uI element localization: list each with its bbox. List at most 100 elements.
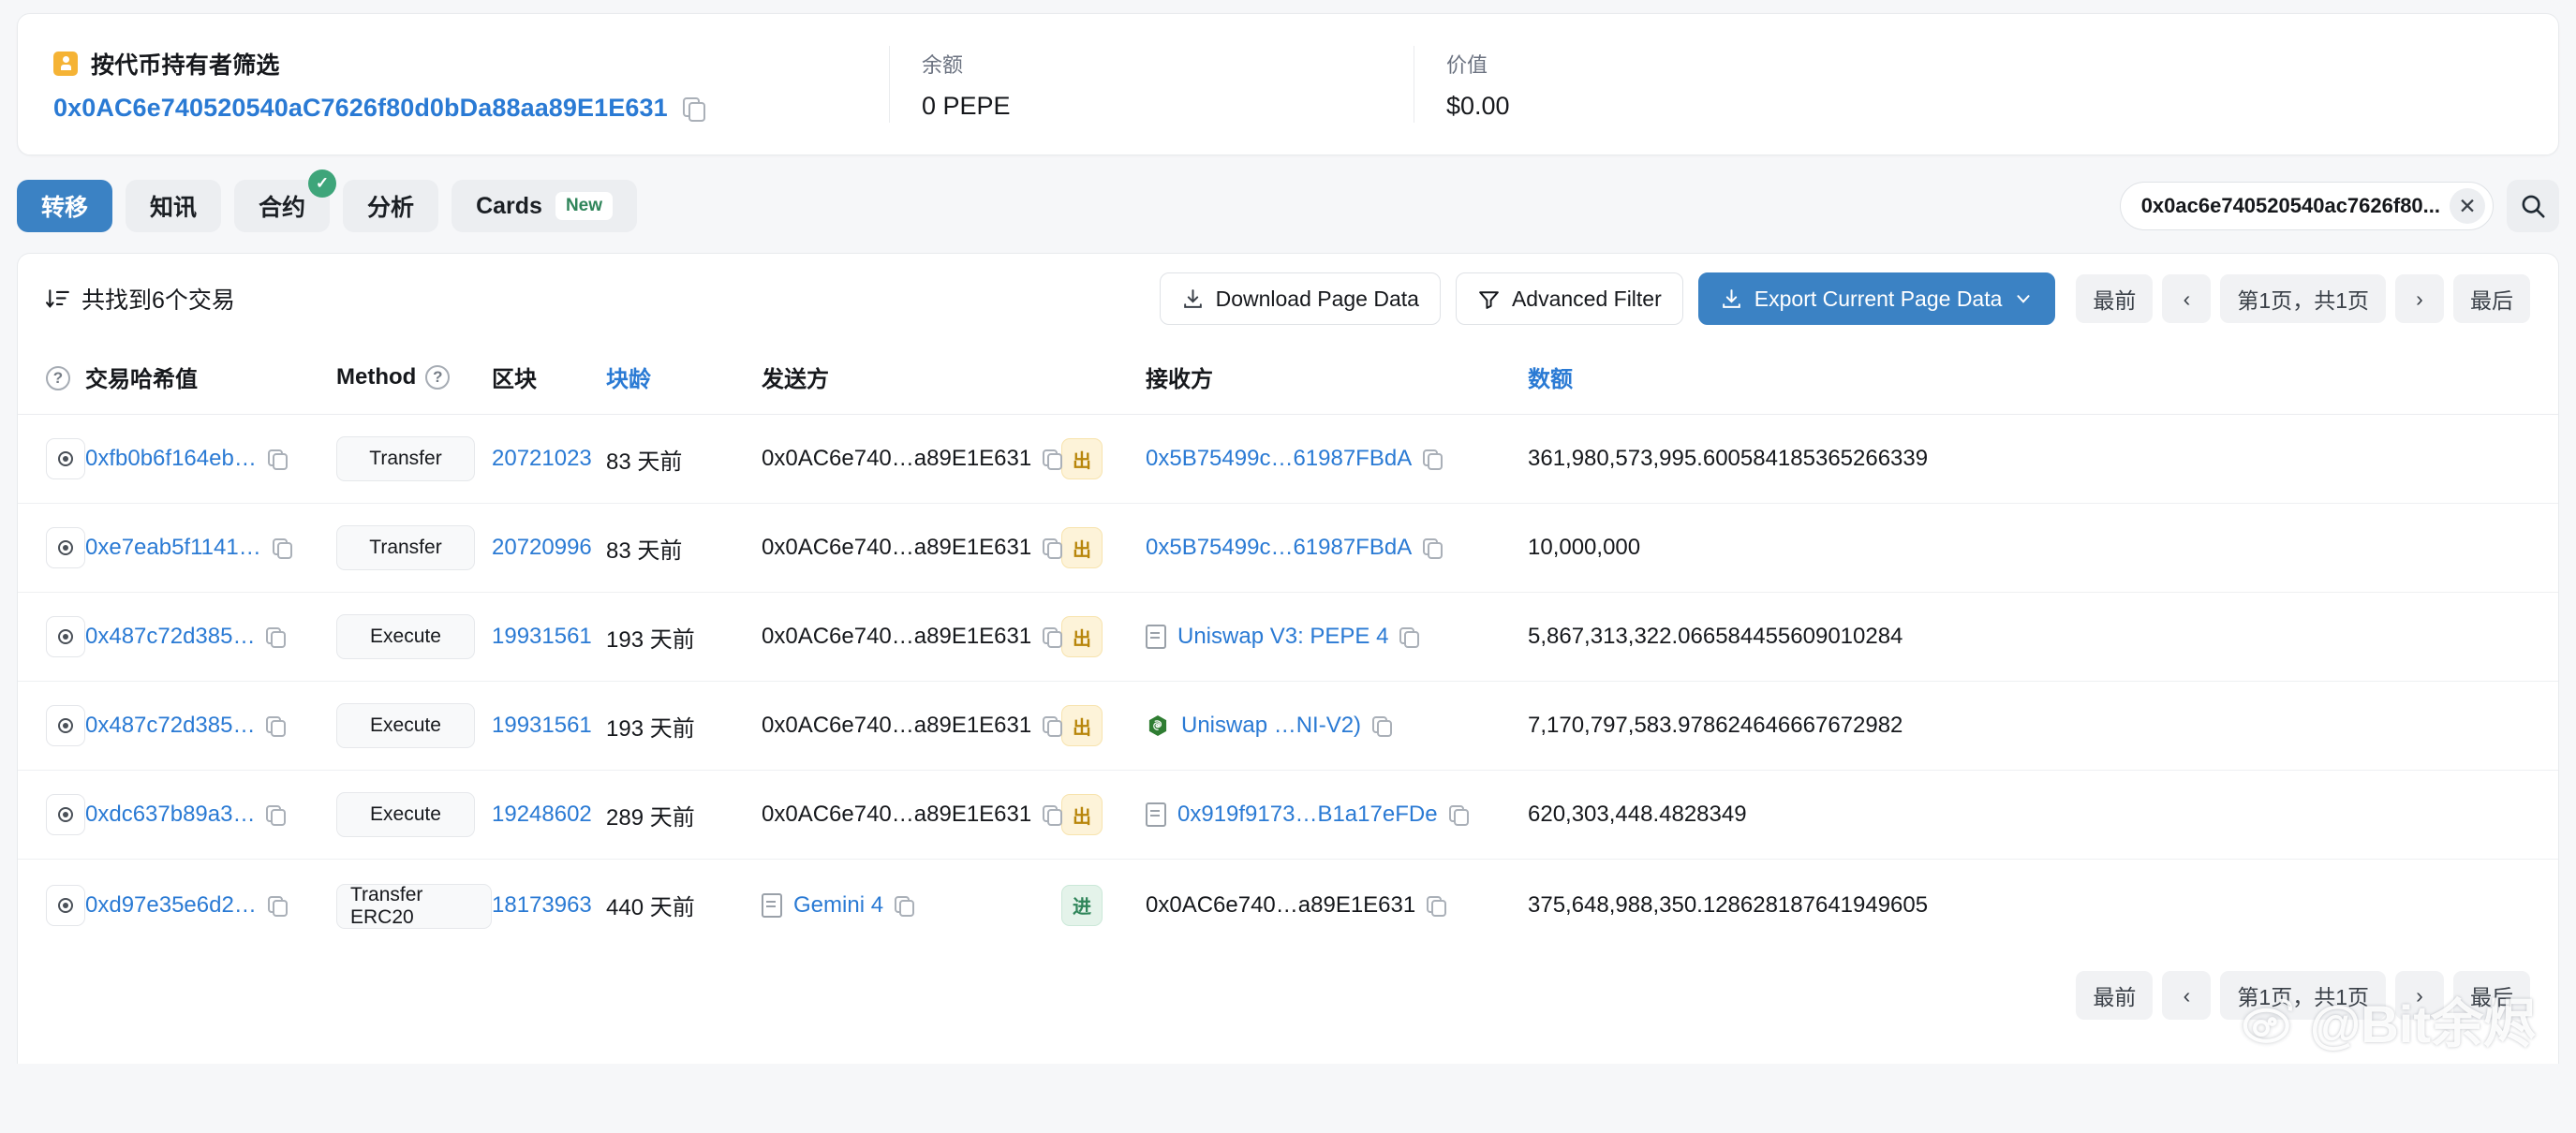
tab-contract-label: 合约 <box>259 195 306 221</box>
copy-to-address-icon[interactable] <box>1427 895 1447 917</box>
from-address[interactable]: 0x0AC6e740…a89E1E631 <box>762 535 1031 561</box>
tx-hash-link[interactable]: 0x487c72d385… <box>85 624 255 650</box>
holder-filter-block: 按代币持有者筛选 0x0AC6e740520540aC7626f80d0bDa8… <box>18 14 889 154</box>
view-row-icon[interactable] <box>46 527 85 568</box>
tab-contract[interactable]: 合约 ✓ <box>234 169 337 232</box>
col-method: Method ? <box>336 344 492 415</box>
block-number-link[interactable]: 19248602 <box>492 802 592 827</box>
search-button[interactable] <box>2507 180 2559 232</box>
cell-direction: 出 <box>1061 414 1146 504</box>
from-address[interactable]: Gemini 4 <box>793 892 883 919</box>
token-holder-header-card: 按代币持有者筛选 0x0AC6e740520540aC7626f80d0bDa8… <box>17 13 2559 155</box>
tab-bar: 转移 知讯 合约 ✓ 分析 Cards New 0x0ac6e740520540… <box>17 169 2559 236</box>
method-help-icon[interactable]: ? <box>425 364 451 390</box>
view-row-icon[interactable] <box>46 616 85 657</box>
search-input-value[interactable]: 0x0ac6e740520540ac7626f80... <box>2141 194 2440 218</box>
copy-tx-hash-icon[interactable] <box>267 895 288 917</box>
copy-tx-hash-icon[interactable] <box>266 627 287 648</box>
copy-from-address-icon[interactable] <box>1043 805 1063 826</box>
copy-tx-hash-icon[interactable] <box>266 716 287 737</box>
view-row-icon[interactable] <box>46 794 85 835</box>
pagination-prev-bottom[interactable]: ‹ <box>2162 971 2212 1020</box>
tx-hash-link[interactable]: 0xe7eab5f1141… <box>85 535 261 561</box>
tx-hash-link[interactable]: 0xd97e35e6d2… <box>85 892 257 919</box>
col-block: 区块 <box>492 344 606 415</box>
copy-tx-hash-icon[interactable] <box>266 805 287 826</box>
table-row: 0x487c72d385… Execute 19931561 193 天前 0x0AC6… <box>18 592 2558 682</box>
copy-to-address-icon[interactable] <box>1448 805 1469 826</box>
tx-hash-link[interactable]: 0xfb0b6f164eb… <box>85 446 257 472</box>
export-current-page-data-button[interactable]: Export Current Page Data <box>1697 272 2056 325</box>
copy-to-address-icon[interactable] <box>1423 538 1443 559</box>
copy-from-address-icon[interactable] <box>1043 449 1063 470</box>
from-address[interactable]: 0x0AC6e740…a89E1E631 <box>762 446 1031 472</box>
block-number-link[interactable]: 19931561 <box>492 713 592 738</box>
copy-to-address-icon[interactable] <box>1399 627 1420 648</box>
to-address[interactable]: 0x5B75499c…61987FBdA <box>1146 535 1412 561</box>
col-amount[interactable]: 数额 <box>1528 344 2558 415</box>
clear-search-icon[interactable]: ✕ <box>2450 188 2485 224</box>
from-address[interactable]: 0x0AC6e740…a89E1E631 <box>762 624 1031 650</box>
tab-info[interactable]: 知讯 <box>126 180 222 232</box>
block-number-link[interactable]: 20720996 <box>492 535 592 560</box>
copy-to-address-icon[interactable] <box>1372 716 1393 737</box>
pagination-first-top[interactable]: 最前 <box>2076 274 2154 323</box>
tab-cards[interactable]: Cards New <box>452 180 638 232</box>
method-chip[interactable]: Execute <box>336 792 475 837</box>
cell-direction: 出 <box>1061 592 1146 682</box>
col-age[interactable]: 块龄 <box>606 344 762 415</box>
download-page-data-button[interactable]: Download Page Data <box>1159 272 1441 325</box>
view-row-icon[interactable] <box>46 884 85 926</box>
advanced-filter-button[interactable]: Advanced Filter <box>1455 272 1683 325</box>
pagination-prev-top[interactable]: ‹ <box>2162 274 2212 323</box>
view-row-icon[interactable] <box>46 438 85 479</box>
to-address[interactable]: 0x0AC6e740…a89E1E631 <box>1146 892 1415 919</box>
eye-help-icon[interactable]: ? <box>46 366 70 390</box>
cell-to: 0x0AC6e740…a89E1E631 <box>1146 860 1528 951</box>
table-body: 0xfb0b6f164eb… Transfer 20721023 83 天前 0x0AC… <box>18 414 2558 951</box>
pagination-next-top[interactable]: › <box>2395 274 2444 323</box>
holder-filter-label: 按代币持有者筛选 <box>91 52 280 79</box>
to-address[interactable]: Uniswap …NI-V2) <box>1181 713 1361 739</box>
search-input-wrap[interactable]: 0x0ac6e740520540ac7626f80... ✕ <box>2119 182 2494 230</box>
cell-from: 0x0AC6e740…a89E1E631 <box>762 592 1063 682</box>
method-chip[interactable]: Transfer <box>336 436 475 481</box>
tx-hash-link[interactable]: 0xdc637b89a3… <box>85 802 255 828</box>
copy-from-address-icon[interactable] <box>895 895 915 917</box>
table-head: ? 交易哈希值 Method ? 区块 块龄 发送方 接收方 数额 <box>18 344 2558 415</box>
tx-hash-link[interactable]: 0x487c72d385… <box>85 713 255 739</box>
holder-address-link[interactable]: 0x0AC6e740520540aC7626f80d0bDa88aa89E1E6… <box>53 94 668 123</box>
tab-analytics[interactable]: 分析 <box>343 180 439 232</box>
holder-address-row: 0x0AC6e740520540aC7626f80d0bDa88aa89E1E6… <box>53 94 853 123</box>
pagination-last-top[interactable]: 最后 <box>2453 274 2530 323</box>
block-number-link[interactable]: 19931561 <box>492 624 592 649</box>
from-address[interactable]: 0x0AC6e740…a89E1E631 <box>762 802 1031 828</box>
copy-tx-hash-icon[interactable] <box>267 449 288 470</box>
method-chip[interactable]: Transfer <box>336 525 475 570</box>
pagination-next-bottom[interactable]: › <box>2395 971 2444 1020</box>
copy-tx-hash-icon[interactable] <box>272 538 292 559</box>
copy-from-address-icon[interactable] <box>1043 627 1063 648</box>
copy-from-address-icon[interactable] <box>1043 538 1063 559</box>
block-number-link[interactable]: 20721023 <box>492 446 592 471</box>
method-chip[interactable]: Execute <box>336 703 475 748</box>
pagination-last-bottom[interactable]: 最后 <box>2453 971 2530 1020</box>
cell-hash: 0x487c72d385… <box>85 592 336 682</box>
tab-transfers[interactable]: 转移 <box>17 180 113 232</box>
col-eye: ? <box>18 344 85 415</box>
method-chip[interactable]: Execute <box>336 614 475 659</box>
copy-from-address-icon[interactable] <box>1043 716 1063 737</box>
method-chip[interactable]: Transfer ERC20 <box>336 884 492 929</box>
pagination-first-bottom[interactable]: 最前 <box>2076 971 2154 1020</box>
copy-to-address-icon[interactable] <box>1423 449 1443 470</box>
block-number-link[interactable]: 18173963 <box>492 892 592 918</box>
pagination-info-top: 第1页，共1页 <box>2220 274 2386 323</box>
copy-address-icon[interactable] <box>682 96 705 122</box>
to-address[interactable]: 0x5B75499c…61987FBdA <box>1146 446 1412 472</box>
cell-to: Uniswap …NI-V2) <box>1146 681 1528 771</box>
view-row-icon[interactable] <box>46 705 85 746</box>
cell-from: 0x0AC6e740…a89E1E631 <box>762 414 1063 504</box>
from-address[interactable]: 0x0AC6e740…a89E1E631 <box>762 713 1031 739</box>
to-address[interactable]: Uniswap V3: PEPE 4 <box>1177 624 1388 650</box>
to-address[interactable]: 0x919f9173…B1a17eFDe <box>1177 802 1438 828</box>
